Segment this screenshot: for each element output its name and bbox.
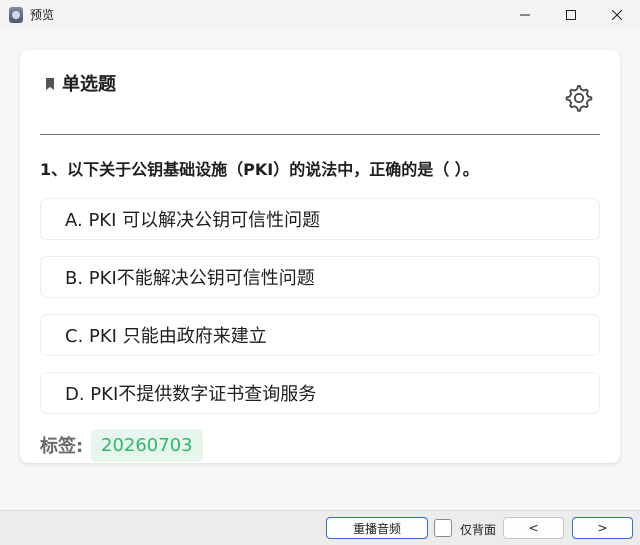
maximize-icon [566,10,576,20]
gear-icon[interactable] [564,83,594,113]
next-button[interactable]: > [572,517,633,539]
option-b[interactable]: B. PKI不能解决公钥可信性问题 [40,256,600,298]
question-card: 单选题 1、以下关于公钥基础设施（PKI）的说法中，正确的是（ ）。 A. PK… [20,50,620,463]
option-a[interactable]: A. PKI 可以解决公钥可信性问题 [40,198,600,240]
header-divider [40,134,600,135]
maximize-button[interactable] [548,0,594,30]
tag-label: 标签: [40,436,84,457]
replay-audio-button[interactable]: 重播音频 [326,517,428,539]
previous-button[interactable]: < [503,517,564,539]
back-only-checkbox[interactable] [434,519,452,537]
bottom-toolbar: 重播音频 仅背面 < > [0,510,640,545]
back-only-label: 仅背面 [460,523,497,537]
content-area: 单选题 1、以下关于公钥基础设施（PKI）的说法中，正确的是（ ）。 A. PK… [0,30,640,510]
question-type-title: 单选题 [62,74,116,95]
tag-chip: 20260703 [91,429,203,462]
minimize-icon [520,14,530,16]
bookmark-icon [46,78,54,90]
option-c[interactable]: C. PKI 只能由政府来建立 [40,314,600,356]
question-text: 1、以下关于公钥基础设施（PKI）的说法中，正确的是（ ）。 [40,160,479,179]
minimize-button[interactable] [502,0,548,30]
close-button[interactable] [594,0,640,30]
app-icon [9,7,23,23]
option-d[interactable]: D. PKI不提供数字证书查询服务 [40,372,600,414]
close-icon [612,10,622,20]
window-title: 预览 [30,8,55,22]
title-bar: 预览 [0,0,640,30]
